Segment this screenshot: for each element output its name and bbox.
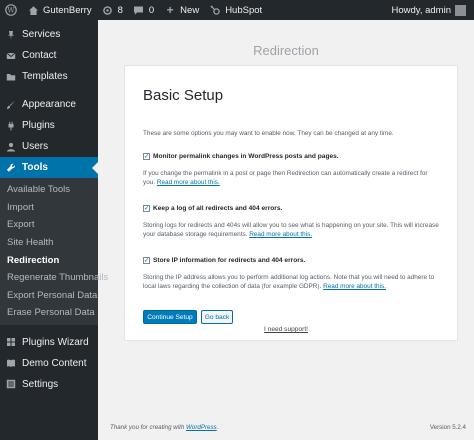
plug-icon	[5, 120, 16, 131]
option-description: Storing the IP address allows you to per…	[143, 274, 443, 291]
description-line: Storing logs for redirects and 404s will…	[143, 222, 439, 229]
description-line: local laws regarding the collection of d…	[143, 282, 322, 290]
page-title: Redirection	[253, 43, 319, 58]
description-line: Storing the IP address allows you to per…	[143, 274, 435, 281]
option-description: If you change the permalink in a post or…	[143, 170, 443, 187]
sidebar-item-users[interactable]: Users	[0, 136, 98, 157]
submenu-item-export-personal-data[interactable]: Export Personal Data	[0, 287, 98, 305]
option-label: Store IP information for redirects and 4…	[153, 257, 306, 264]
hubspot-label: HubSpot	[225, 4, 263, 16]
wordpress-logo[interactable]: W	[0, 0, 22, 20]
card-title: Basic Setup	[143, 87, 224, 104]
read-more-link[interactable]: Read more about this.	[157, 179, 220, 186]
footer-thanks-text: Thank you for creating with	[110, 424, 185, 431]
description-line: If you change the permalink in a post or…	[143, 170, 428, 177]
site-name: GutenBerry	[43, 4, 92, 16]
intro-text: These are some options you may want to e…	[143, 130, 394, 137]
tools-submenu: Available Tools Import Export Site Healt…	[0, 178, 108, 325]
read-more-link[interactable]: Read more about this.	[323, 283, 386, 290]
comment-icon	[133, 4, 145, 16]
sidebar-item-demo-content[interactable]: Demo Content	[0, 353, 98, 374]
sidebar-item-label: Contact	[22, 50, 57, 61]
home-icon	[27, 4, 39, 16]
option-label: Keep a log of all redirects and 404 erro…	[153, 205, 283, 212]
option-label: Monitor permalink changes in WordPress p…	[153, 153, 339, 160]
sidebar-item-plugins[interactable]: Plugins	[0, 115, 98, 136]
site-name-link[interactable]: GutenBerry	[22, 0, 97, 20]
store-ip-checkbox[interactable]: ✓	[143, 257, 150, 264]
hubspot-icon	[209, 4, 221, 16]
admin-sidebar: Services Contact Templates Appearance Pl…	[0, 20, 108, 440]
wordpress-link[interactable]: WordPress	[186, 424, 217, 431]
continue-setup-button[interactable]: Continue Setup	[143, 310, 197, 324]
sidebar-item-appearance[interactable]: Appearance	[0, 94, 98, 115]
envelope-icon	[5, 50, 16, 61]
sidebar-item-settings[interactable]: Settings	[0, 374, 98, 395]
monitor-permalink-option[interactable]: ✓ Monitor permalink changes in WordPress…	[143, 153, 339, 160]
sidebar-item-label: Users	[22, 141, 49, 152]
plus-icon: +	[166, 3, 174, 17]
sidebar-item-label: Tools	[22, 162, 48, 173]
sidebar-item-label: Appearance	[22, 99, 76, 110]
submenu-item-export[interactable]: Export	[0, 216, 98, 234]
menu-separator	[0, 87, 98, 94]
pin-icon	[5, 29, 16, 40]
new-label: New	[180, 4, 200, 16]
submenu-item-redirection[interactable]: Redirection	[0, 251, 98, 269]
submenu-item-import[interactable]: Import	[0, 199, 98, 217]
submenu-item-available-tools[interactable]: Available Tools	[0, 181, 98, 199]
footer-thanks: Thank you for creating with WordPress.	[110, 424, 218, 431]
option-description: Storing logs for redirects and 404s will…	[143, 222, 443, 239]
sidebar-item-label: Plugins Wizard	[22, 336, 89, 348]
sidebar-item-contact[interactable]: Contact	[0, 45, 98, 66]
avatar	[455, 4, 466, 16]
admin-bar: W GutenBerry 8 0 + New HubSpot Howdy, ad…	[0, 0, 474, 20]
submenu-item-site-health[interactable]: Site Health	[0, 234, 98, 252]
sidebar-item-templates[interactable]: Templates	[0, 66, 98, 87]
read-more-link[interactable]: Read more about this.	[249, 231, 312, 238]
sidebar-item-label: Templates	[22, 71, 68, 82]
setup-card: Basic Setup These are some options you m…	[124, 65, 458, 341]
monitor-permalink-checkbox[interactable]: ✓	[143, 153, 150, 160]
main-content: Redirection Basic Setup These are some o…	[98, 20, 474, 440]
footer-thanks-suffix: .	[216, 424, 219, 431]
store-ip-option[interactable]: ✓ Store IP information for redirects and…	[143, 257, 305, 264]
folder-icon	[5, 71, 16, 82]
submenu-item-erase-personal-data[interactable]: Erase Personal Data	[0, 304, 98, 322]
new-content-link[interactable]: + New	[159, 0, 204, 20]
comments-count: 0	[148, 4, 155, 16]
keep-log-checkbox[interactable]: ✓	[143, 205, 150, 212]
keep-log-option[interactable]: ✓ Keep a log of all redirects and 404 er…	[143, 205, 282, 212]
user-icon	[5, 141, 16, 152]
submenu-item-regenerate-thumbnails[interactable]: Regenerate Thumbnails	[0, 269, 108, 287]
hubspot-link[interactable]: HubSpot	[204, 0, 267, 20]
sidebar-item-label: Settings	[22, 378, 59, 390]
sidebar-item-label: Demo Content	[22, 357, 87, 369]
updates-icon	[102, 4, 114, 16]
description-line: your database storage requirements.	[143, 230, 248, 238]
grid-icon	[5, 337, 16, 348]
svg-text:W: W	[7, 6, 15, 14]
comments-link[interactable]: 0	[128, 0, 159, 20]
sidebar-item-label: Plugins	[22, 120, 55, 131]
updates-count: 8	[117, 4, 123, 16]
footer-version: Version 5.2.4	[429, 424, 466, 431]
wrench-icon	[5, 162, 16, 173]
description-line: you.	[143, 178, 156, 186]
sidebar-item-label: Services	[22, 29, 61, 40]
support-link[interactable]: I need support!	[98, 326, 474, 333]
sidebar-item-tools[interactable]: Tools	[0, 157, 98, 178]
wordpress-icon: W	[5, 4, 17, 16]
sidebar-item-services[interactable]: Services	[0, 24, 98, 45]
updates-link[interactable]: 8	[97, 0, 128, 20]
menu-separator	[0, 325, 98, 332]
go-back-button[interactable]: Go back	[201, 310, 233, 324]
settings-icon	[5, 379, 16, 390]
howdy-text: Howdy, admin	[391, 4, 452, 16]
paintbrush-icon	[5, 99, 16, 110]
sidebar-item-plugins-wizard[interactable]: Plugins Wizard	[0, 332, 98, 353]
account-menu[interactable]: Howdy, admin	[387, 0, 474, 20]
book-icon	[5, 358, 16, 369]
